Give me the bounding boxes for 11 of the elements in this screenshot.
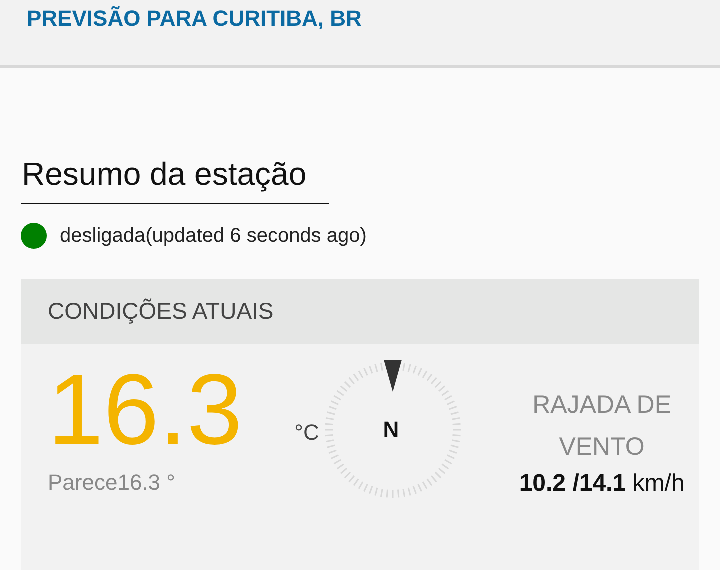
wind-gust-value: 10.2 /14.1 km/h (519, 470, 685, 498)
temperature-value: 16.3 (48, 360, 243, 460)
compass-direction: N (383, 417, 400, 443)
status-text: desligada(updated 6 seconds ago) (60, 224, 367, 248)
page-title: PREVISÃO PARA CURITIBA, BR (27, 6, 363, 32)
temperature-unit: °C (294, 420, 320, 446)
feels-like-text: Parece16.3 ° (48, 470, 176, 496)
compass-icon (323, 360, 464, 500)
card-title: CONDIÇÕES ATUAIS (48, 298, 274, 325)
wind-gust-label: RAJADA DE VENTO (532, 390, 672, 463)
section-title: Resumo da estação (21, 156, 329, 204)
